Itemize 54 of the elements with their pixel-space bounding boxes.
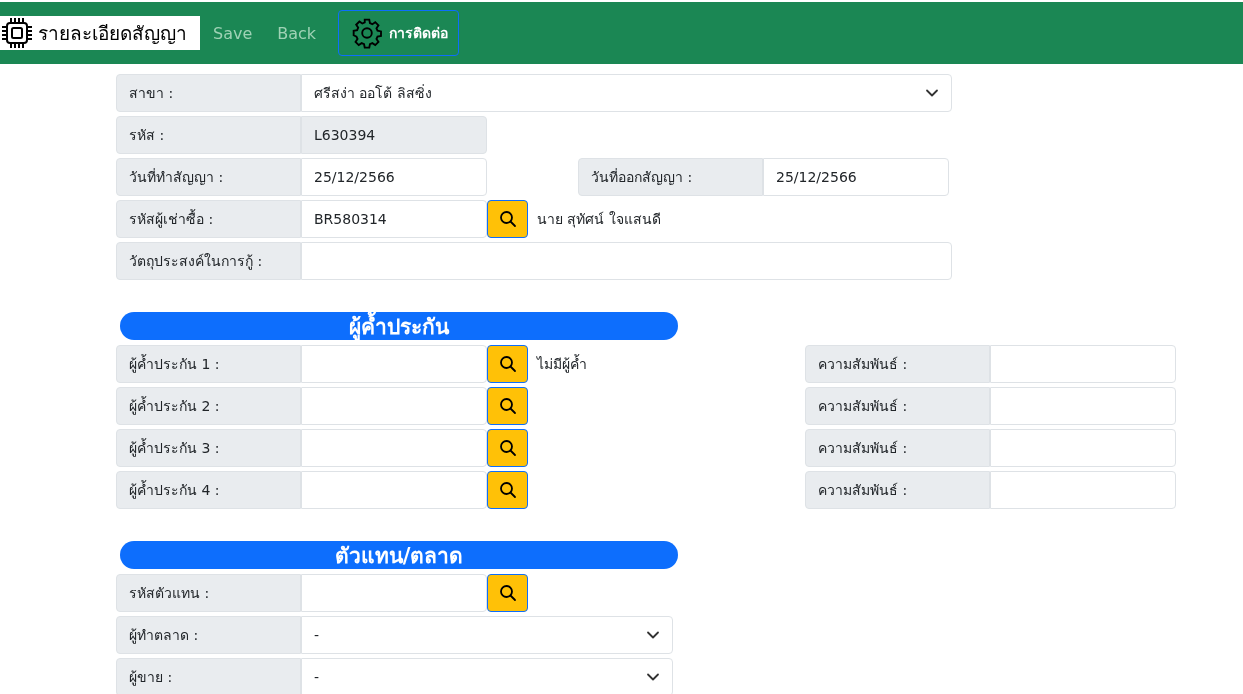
input-field[interactable]	[301, 471, 487, 509]
field-label: ผู้ทำตลาด :	[116, 616, 301, 654]
settings-icon	[351, 17, 384, 49]
input-field[interactable]: 25/12/2566	[763, 158, 949, 196]
search-button[interactable]	[487, 200, 528, 238]
input-field[interactable]	[301, 242, 952, 280]
lookup-result-text: นาย สุทัศน์ ใจแสนดี	[537, 210, 661, 230]
input-field[interactable]	[301, 429, 487, 467]
field-label: รหัสผู้เช่าซื้อ :	[116, 200, 301, 238]
input-field[interactable]: 25/12/2566	[301, 158, 487, 196]
field-label: รหัส :	[116, 116, 301, 154]
field-label: ผู้ขาย :	[116, 658, 301, 694]
search-icon	[498, 481, 517, 499]
page-title: รายละเอียดสัญญา	[38, 21, 187, 46]
search-icon	[498, 210, 517, 228]
field-label: ผู้ค้ำประกัน 4 :	[116, 471, 301, 509]
field-label: ความสัมพันธ์ :	[805, 429, 990, 467]
field-label: ความสัมพันธ์ :	[805, 345, 990, 383]
dropdown[interactable]: ศรีสง่า ออโต้ ลิสซิ่ง	[301, 74, 952, 112]
search-button[interactable]	[487, 387, 528, 425]
input-field[interactable]	[990, 345, 1176, 383]
field-label: วัตถุประสงค์ในการกู้ :	[116, 242, 301, 280]
section-heading: ตัวแทน/ตลาด	[120, 541, 678, 569]
field-label: วันที่ทำสัญญา :	[116, 158, 301, 196]
search-button[interactable]	[487, 429, 528, 467]
dropdown[interactable]: -	[301, 616, 673, 654]
field-label: ผู้ค้ำประกัน 1 :	[116, 345, 301, 383]
section-heading: ผู้ค้ำประกัน	[120, 312, 678, 340]
search-icon	[498, 397, 517, 415]
field-label: วันที่ออกสัญญา :	[578, 158, 763, 196]
dropdown[interactable]: -	[301, 658, 673, 694]
search-button[interactable]	[487, 574, 528, 612]
field-label: รหัสตัวแทน :	[116, 574, 301, 612]
input-field[interactable]	[301, 345, 487, 383]
field-label: สาขา :	[116, 74, 301, 112]
field-label: ความสัมพันธ์ :	[805, 387, 990, 425]
search-icon	[498, 355, 517, 373]
input-field[interactable]	[990, 429, 1176, 467]
input-field[interactable]	[990, 471, 1176, 509]
search-button[interactable]	[487, 345, 528, 383]
search-button[interactable]	[487, 471, 528, 509]
chip-icon	[0, 16, 34, 50]
field-label: ผู้ค้ำประกัน 3 :	[116, 429, 301, 467]
field-label: ความสัมพันธ์ :	[805, 471, 990, 509]
field-label: ผู้ค้ำประกัน 2 :	[116, 387, 301, 425]
search-icon	[498, 584, 517, 602]
input-field[interactable]: BR580314	[301, 200, 487, 238]
input-field[interactable]: L630394	[301, 116, 487, 154]
lookup-result-text: ไม่มีผู้ค้ำ	[537, 353, 587, 375]
input-field[interactable]	[990, 387, 1176, 425]
search-icon	[498, 439, 517, 457]
contact-button[interactable]: การติดต่อ	[338, 10, 460, 56]
input-field[interactable]	[301, 574, 487, 612]
input-field[interactable]	[301, 387, 487, 425]
